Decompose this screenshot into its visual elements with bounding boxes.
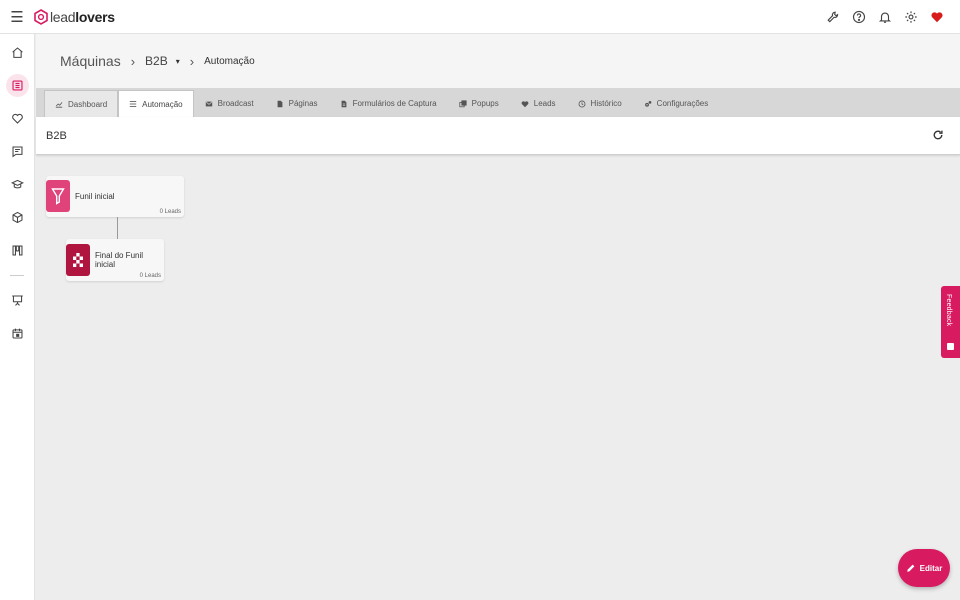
tab-label: Histórico: [590, 99, 622, 108]
funnel-icon: [46, 180, 70, 212]
tab-label: Configurações: [656, 99, 709, 108]
tab-label: Formulários de Captura: [352, 99, 437, 108]
tab-popups[interactable]: Popups: [448, 90, 510, 117]
tab-broadcast[interactable]: Broadcast: [194, 90, 265, 117]
heart-outline-icon: [12, 113, 23, 124]
tab-historico[interactable]: Histórico: [567, 90, 633, 117]
feedback-tab[interactable]: Feedback: [941, 286, 960, 358]
sidebar-item-presentations[interactable]: [0, 284, 35, 317]
chat-list-icon: [12, 146, 23, 158]
tab-formularios[interactable]: Formulários de Captura: [329, 90, 448, 117]
node-title: Funil inicial: [75, 192, 115, 201]
sidebar-item-calendar[interactable]: [0, 317, 35, 350]
popup-icon: [459, 99, 467, 108]
sidebar-item-messages[interactable]: [0, 135, 35, 168]
envelope-icon: [205, 100, 213, 108]
logo-text-lovers: lovers: [75, 8, 115, 25]
breadcrumb-machine[interactable]: B2B: [145, 54, 168, 68]
pencil-icon: [906, 564, 914, 572]
form-icon: [340, 100, 348, 108]
cogs-icon: [644, 100, 652, 108]
heart-icon: [521, 100, 529, 108]
finish-flag-icon: [66, 244, 90, 276]
calendar-icon: [12, 328, 23, 339]
refresh-icon[interactable]: [932, 129, 944, 141]
sidebar-item-home[interactable]: [0, 36, 35, 69]
bell-icon[interactable]: [872, 0, 898, 34]
sidebar-divider: [10, 275, 24, 276]
sidebar-item-kanban[interactable]: [0, 234, 35, 267]
tab-leads[interactable]: Leads: [510, 90, 567, 117]
tab-label: Broadcast: [217, 99, 254, 108]
hamburger-menu-icon[interactable]: ☰: [0, 0, 34, 34]
sidebar-item-favorites[interactable]: [0, 102, 35, 135]
breadcrumb-root[interactable]: Máquinas: [60, 53, 121, 69]
tab-label: Dashboard: [68, 99, 108, 109]
funnel-node-end[interactable]: Final do Funil inicial 0 Leads: [66, 239, 164, 281]
tab-label: Popups: [471, 99, 499, 108]
gear-icon[interactable]: [898, 0, 924, 34]
help-icon[interactable]: [846, 0, 872, 34]
node-connector-line: [117, 217, 118, 239]
page-title: B2B: [46, 129, 67, 142]
node-leads-count: 0 Leads: [139, 273, 161, 279]
heart-icon[interactable]: [924, 0, 950, 34]
sidebar-item-courses[interactable]: [0, 168, 35, 201]
wrench-icon[interactable]: [820, 0, 846, 34]
tab-dashboard[interactable]: Dashboard: [44, 90, 119, 117]
file-icon: [276, 100, 284, 108]
machine-dropdown-caret-icon[interactable]: ▾: [176, 57, 180, 66]
app-logo[interactable]: lead lovers: [34, 0, 115, 34]
sidebar: [0, 34, 35, 600]
machine-title-bar: B2B: [36, 117, 960, 155]
logo-text-lead: lead: [50, 8, 76, 25]
list-icon: [129, 100, 137, 108]
top-bar: ☰ lead lovers: [0, 0, 960, 34]
tab-label: Leads: [533, 99, 556, 108]
funnel-node-start[interactable]: Funil inicial 0 Leads: [46, 176, 184, 217]
graduation-cap-icon: [11, 179, 24, 189]
node-title: Final do Funil inicial: [95, 251, 144, 269]
feedback-icon: [947, 343, 954, 350]
breadcrumb-separator: ›: [130, 53, 136, 69]
presentation-icon: [12, 295, 23, 306]
breadcrumb-current: Automação: [204, 55, 255, 67]
node-leads-count: 0 Leads: [159, 209, 181, 215]
chart-line-icon: [55, 100, 63, 108]
tab-label: Páginas: [288, 99, 318, 108]
tab-label: Automação: [142, 99, 183, 109]
tab-paginas[interactable]: Páginas: [265, 90, 329, 117]
edit-button-label: Editar: [919, 563, 943, 573]
home-icon: [12, 47, 23, 58]
tab-automacao[interactable]: Automação: [118, 90, 194, 117]
sidebar-item-machines[interactable]: [0, 69, 35, 102]
tab-configuracoes[interactable]: Configurações: [633, 90, 720, 117]
edit-button[interactable]: Editar: [898, 549, 950, 587]
logo-mark-icon: [34, 8, 48, 25]
breadcrumb: Máquinas › B2B ▾ › Automação: [36, 34, 960, 88]
kanban-icon: [12, 245, 23, 256]
box-icon: [12, 211, 23, 224]
breadcrumb-separator: ›: [189, 53, 195, 69]
sidebar-item-products[interactable]: [0, 201, 35, 234]
tab-bar: Dashboard Automação Broadcast Páginas Fo…: [36, 88, 960, 117]
feedback-label: Feedback: [945, 294, 952, 327]
clock-icon: [578, 100, 586, 108]
funnel-grid-icon: [12, 80, 23, 91]
